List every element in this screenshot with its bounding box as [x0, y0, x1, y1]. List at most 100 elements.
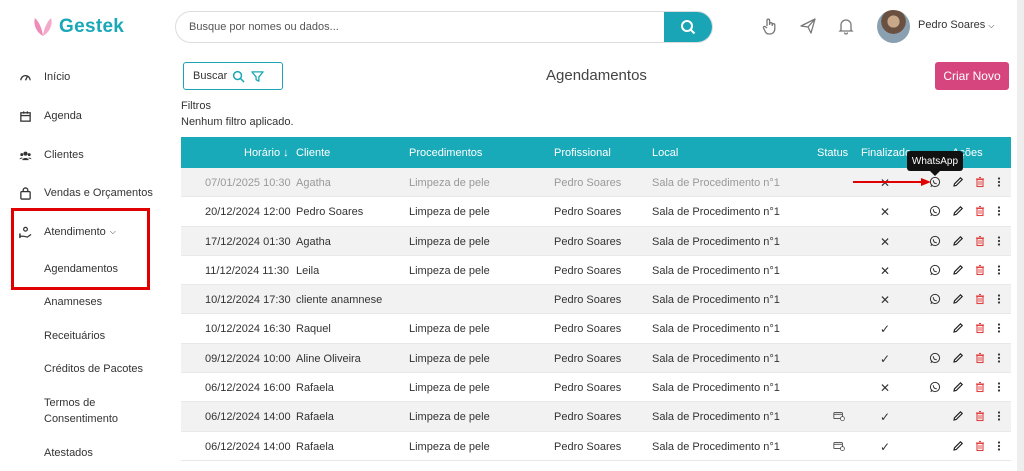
cell-profissional: Pedro Soares — [554, 352, 622, 365]
avatar[interactable] — [877, 10, 910, 43]
cell-local: Sala de Procedimento n°1 — [652, 382, 780, 395]
more-options-icon[interactable] — [992, 439, 1006, 453]
delete-icon[interactable] — [973, 409, 987, 423]
delete-icon[interactable] — [973, 439, 987, 453]
more-options-icon[interactable] — [992, 204, 1006, 218]
delete-icon[interactable] — [973, 204, 987, 218]
app-logo[interactable]: Gestek — [30, 14, 124, 40]
table-row[interactable]: 20/12/2024 12:00 Pedro Soares Limpeza de p… — [181, 197, 1011, 227]
cell-horario: 11/12/2024 11:30 — [205, 264, 290, 277]
cell-horario: 06/12/2024 14:00 — [205, 411, 291, 424]
sidebar-item-inicio[interactable]: Início — [18, 70, 70, 84]
hand-pointer-icon[interactable] — [760, 16, 780, 36]
table-row[interactable]: 09/12/2024 10:00 Aline Oliveira Limpeza de… — [181, 343, 1011, 374]
delete-icon[interactable] — [973, 292, 987, 306]
table-row[interactable]: 06/12/2024 16:00 Rafaela Limpeza de pele Pe… — [181, 373, 1011, 403]
more-options-icon[interactable] — [992, 351, 1006, 365]
sidebar: Gestek Início Agenda Clientes Vendas e O… — [0, 0, 172, 471]
edit-icon[interactable] — [951, 380, 965, 394]
sidebar-subitem-creditos[interactable]: Créditos de Pacotes — [44, 361, 143, 377]
delete-icon[interactable] — [973, 234, 987, 248]
chevron-down-icon: ⌵ — [988, 21, 995, 30]
table-row[interactable]: 10/12/2024 16:30 Raquel Limpeza de pele Ped… — [181, 314, 1011, 344]
app-name: Gestek — [59, 16, 125, 37]
edit-icon[interactable] — [951, 234, 965, 248]
search-button[interactable] — [664, 12, 712, 42]
more-options-icon[interactable] — [992, 321, 1006, 335]
whatsapp-tooltip: WhatsApp — [907, 151, 963, 176]
cell-cliente: cliente anamnese — [296, 294, 383, 307]
cell-profissional: Pedro Soares — [554, 440, 622, 453]
delete-icon[interactable] — [973, 175, 987, 189]
sidebar-item-vendas[interactable]: Vendas e Orçamentos — [18, 186, 153, 200]
whatsapp-icon[interactable] — [928, 380, 942, 394]
column-header-horario[interactable]: Horário ↓ — [244, 147, 289, 159]
more-options-icon[interactable] — [992, 409, 1006, 423]
cell-local: Sala de Procedimento n°1 — [652, 235, 780, 248]
more-options-icon[interactable] — [992, 175, 1006, 189]
delete-icon[interactable] — [973, 351, 987, 365]
edit-icon[interactable] — [951, 409, 965, 423]
table-row[interactable]: 06/12/2024 14:00 Rafaela Limpeza de pele Pe… — [181, 432, 1011, 461]
edit-icon[interactable] — [951, 321, 965, 335]
sidebar-subitem-receituarios[interactable]: Receituários — [44, 328, 105, 344]
more-options-icon[interactable] — [992, 263, 1006, 277]
delete-icon[interactable] — [973, 321, 987, 335]
sidebar-subitem-anamneses[interactable]: Anamneses — [44, 294, 102, 310]
whatsapp-icon[interactable] — [928, 263, 942, 277]
cell-procedimentos: Limpeza de pele — [409, 323, 490, 336]
highlight-box — [11, 208, 150, 290]
edit-icon[interactable] — [951, 263, 965, 277]
sidebar-subitem-termos[interactable]: Termos de Consentimento — [44, 395, 134, 427]
delete-icon[interactable] — [973, 380, 987, 394]
table-row[interactable]: 11/12/2024 11:30 Leila Limpeza de pele Pedr… — [181, 256, 1011, 286]
cell-profissional: Pedro Soares — [554, 294, 622, 307]
edit-icon[interactable] — [951, 292, 965, 306]
search-icon — [233, 70, 245, 83]
whatsapp-icon[interactable] — [928, 351, 942, 365]
table-row[interactable]: 17/12/2024 01:30 Agatha Limpeza de pele Ped… — [181, 226, 1011, 256]
cell-cliente: Agatha — [296, 235, 331, 248]
whatsapp-icon[interactable] — [928, 292, 942, 306]
table-row[interactable]: 06/12/2024 14:00 Rafaela Limpeza de pele Pe… — [181, 402, 1011, 432]
filter-icon — [251, 70, 264, 82]
x-icon: ✕ — [880, 381, 891, 396]
filters-status: Nenhum filtro aplicado. — [181, 116, 294, 128]
cell-local: Sala de Procedimento n°1 — [652, 294, 780, 307]
bell-icon[interactable] — [836, 16, 856, 36]
cell-profissional: Pedro Soares — [554, 264, 622, 277]
whatsapp-icon[interactable] — [928, 234, 942, 248]
x-icon: ✕ — [880, 234, 891, 249]
whatsapp-icon[interactable] — [928, 204, 942, 218]
payment-status-icon[interactable] — [831, 409, 847, 423]
sidebar-item-label: Início — [44, 71, 71, 83]
scrollbar[interactable] — [1017, 0, 1024, 471]
cell-procedimentos: Limpeza de pele — [409, 235, 490, 248]
cell-horario: 10/12/2024 17:30 — [205, 294, 291, 307]
check-icon: ✓ — [880, 351, 891, 366]
edit-icon[interactable] — [951, 439, 965, 453]
more-options-icon[interactable] — [992, 292, 1006, 306]
edit-icon[interactable] — [951, 204, 965, 218]
cell-cliente: Rafaela — [296, 411, 334, 424]
edit-icon[interactable] — [951, 175, 965, 189]
main-content: Buscar Agendamentos Criar Novo Filtros N… — [172, 54, 1024, 471]
more-options-icon[interactable] — [992, 234, 1006, 248]
sidebar-item-clientes[interactable]: Clientes — [18, 148, 84, 162]
delete-icon[interactable] — [973, 263, 987, 277]
cell-horario: 20/12/2024 12:00 — [205, 206, 291, 219]
table-row[interactable]: 10/12/2024 17:30 cliente anamnese Pedro So… — [181, 285, 1011, 315]
more-options-icon[interactable] — [992, 380, 1006, 394]
search-icon — [681, 20, 696, 35]
edit-icon[interactable] — [951, 351, 965, 365]
column-header-cliente: Cliente — [296, 147, 331, 159]
search-input[interactable] — [176, 12, 656, 42]
sidebar-item-agenda[interactable]: Agenda — [18, 109, 82, 123]
sidebar-subitem-atestados[interactable]: Atestados — [44, 445, 93, 461]
criar-novo-button[interactable]: Criar Novo — [935, 62, 1009, 90]
send-icon[interactable] — [798, 16, 818, 36]
user-menu[interactable]: Pedro Soares ⌵ — [918, 19, 994, 31]
payment-status-icon[interactable] — [831, 439, 847, 453]
cell-local: Sala de Procedimento n°1 — [652, 264, 780, 277]
buscar-button[interactable]: Buscar — [183, 62, 283, 90]
